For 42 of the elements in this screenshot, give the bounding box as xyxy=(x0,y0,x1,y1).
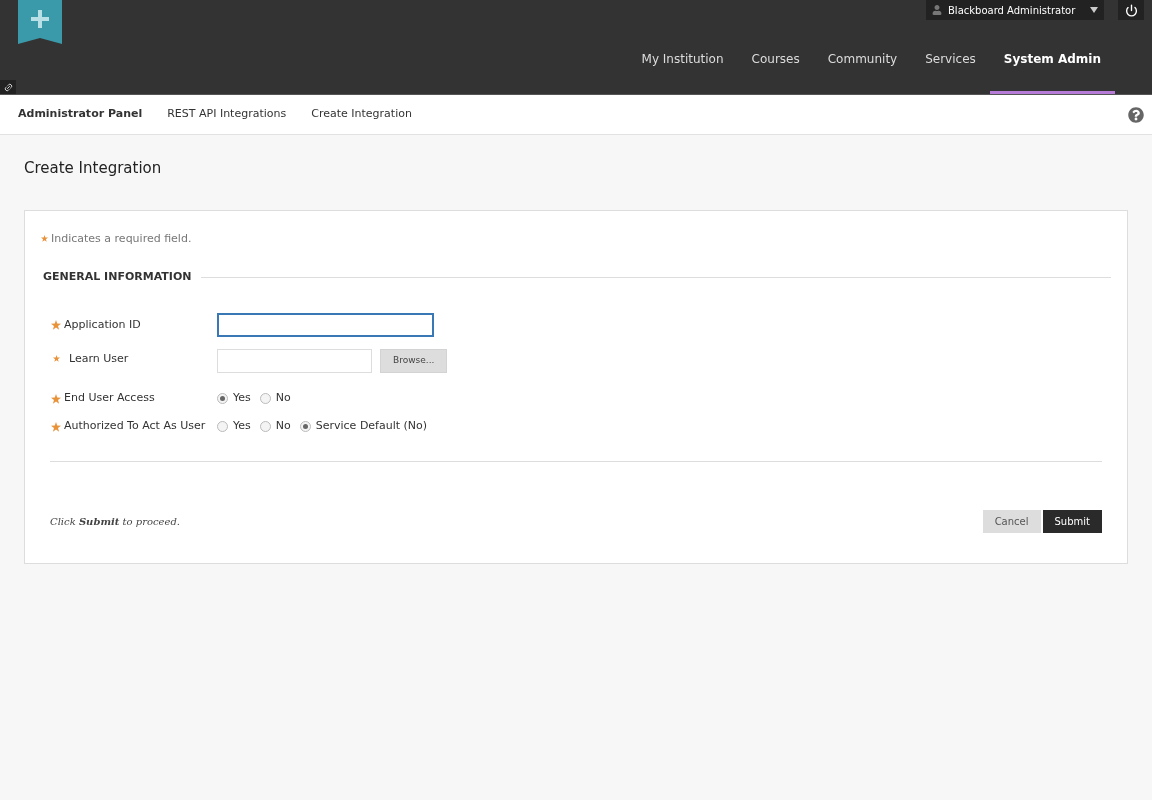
nav-tab[interactable]: Services xyxy=(911,38,990,94)
submit-hint: Click Submit to proceed. xyxy=(50,514,180,529)
radio-button[interactable] xyxy=(259,393,271,404)
caret-icon xyxy=(1090,7,1098,13)
radio-label: Service Default (No) xyxy=(315,418,428,435)
required-star-icon xyxy=(41,235,48,243)
link-icon-button[interactable] xyxy=(0,80,16,94)
required-star-icon xyxy=(51,421,61,432)
radio-label: No xyxy=(275,390,291,407)
input-field[interactable] xyxy=(217,312,434,337)
radio-button[interactable] xyxy=(217,421,228,432)
help-icon[interactable] xyxy=(1128,106,1144,123)
user-menu[interactable]: Blackboard Administrator xyxy=(926,0,1104,20)
required-star-icon xyxy=(51,393,61,404)
field-label: Application ID xyxy=(64,316,141,333)
required-star-icon xyxy=(53,355,60,363)
field-label: End User Access xyxy=(64,390,155,407)
browse-button[interactable]: Browse... xyxy=(380,348,448,373)
cancel-button[interactable]: Cancel xyxy=(982,509,1041,533)
bookmark-plus-logo[interactable] xyxy=(18,0,62,44)
power-icon xyxy=(1124,3,1138,17)
page-title: Create Integration xyxy=(24,158,163,179)
breadcrumb-link[interactable]: REST API Integrations xyxy=(167,106,287,123)
radio-label: No xyxy=(275,418,291,435)
required-star-icon xyxy=(51,319,61,330)
radio-button[interactable] xyxy=(259,421,271,432)
power-button[interactable] xyxy=(1118,0,1144,20)
nav-tab[interactable]: Community xyxy=(813,38,912,94)
user-icon xyxy=(932,5,942,15)
radio-button[interactable] xyxy=(299,421,311,432)
field-label: Authorized To Act As User xyxy=(64,418,206,435)
section-heading: GENERAL INFORMATION xyxy=(43,269,192,285)
required-note: Indicates a required field. xyxy=(51,230,192,247)
radio-button[interactable] xyxy=(217,393,228,404)
breadcrumb-link[interactable]: Administrator Panel xyxy=(18,106,143,123)
radio-label: Yes xyxy=(233,390,251,407)
submit-button[interactable]: Submit xyxy=(1042,509,1102,533)
nav-tab[interactable]: My Institution xyxy=(627,38,738,94)
field-label: Learn User xyxy=(69,350,129,367)
radio-label: Yes xyxy=(233,418,251,435)
nav-tab[interactable]: Courses xyxy=(737,38,814,94)
breadcrumb-link[interactable]: Create Integration xyxy=(311,106,412,123)
